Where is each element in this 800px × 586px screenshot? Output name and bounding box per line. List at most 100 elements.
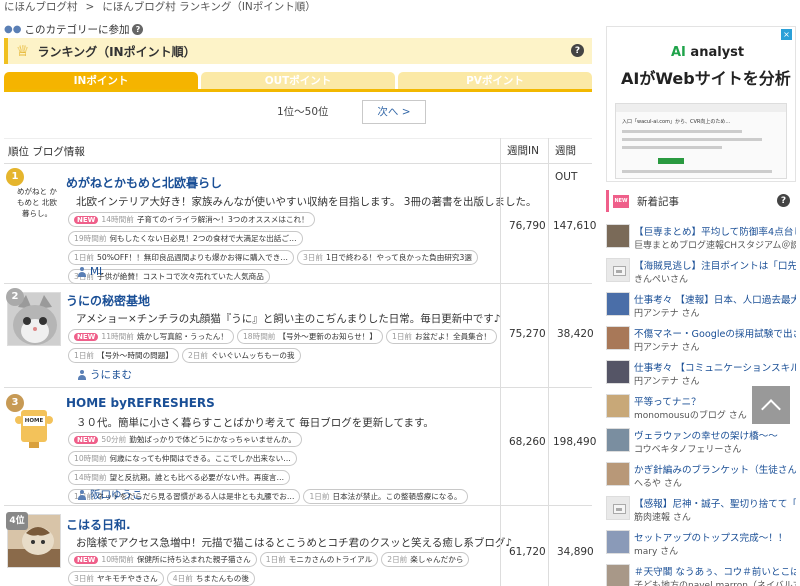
article-title: 保健所に持ち込まれた親子猫さん (136, 555, 251, 564)
article-title-link[interactable]: ＃天守閣 なうあぅ、コウ＃前いとこは吾… (634, 564, 796, 578)
article-link[interactable]: 1日前 モニカさんのトライアル (259, 552, 379, 567)
article-source[interactable]: 巨専まとめブログ速報CHスタジアム＠読売ジャイアンツ（巨人）さん (634, 238, 796, 251)
list-item[interactable]: 【巨専まとめ】平均して防御率4点台じゃな…巨専まとめブログ速報CHスタジアム＠読… (606, 220, 796, 254)
next-page-button[interactable]: 次へ > (362, 100, 426, 124)
list-item[interactable]: かぎ針編みのブランケット（生徒さんの作…へるや さん (606, 458, 796, 492)
weekly-out-value: 147,610 (553, 220, 597, 232)
article-link[interactable]: 2日前 楽しゃんだから (381, 552, 470, 567)
list-item[interactable]: 仕事考々 【速報】日本、人口過去最大43…円アンテナ さん (606, 288, 796, 322)
article-thumbnail[interactable] (606, 224, 630, 248)
no-image-icon[interactable] (606, 258, 630, 282)
article-thumbnail[interactable] (606, 394, 630, 418)
ranking-tabs: INポイント OUTポイント PVポイント (4, 72, 592, 92)
help-icon[interactable]: ? (132, 24, 144, 35)
article-thumbnail[interactable] (606, 462, 630, 486)
article-link[interactable]: 1日前 日本法が禁止。この整頓感療になる。 (303, 489, 468, 504)
article-title-link[interactable]: 仕事考々 【速報】日本、人口過去最大43… (634, 292, 796, 306)
article-thumbnail[interactable] (606, 326, 630, 350)
article-source[interactable]: mary さん (634, 544, 796, 557)
article-link[interactable]: 3日前 ヤキモチやきさん (68, 571, 164, 586)
article-title-link[interactable]: 【巨専まとめ】平均して防御率4点台じゃな… (634, 224, 796, 238)
scroll-to-top-button[interactable] (752, 386, 790, 424)
header-weekly-out: 週間OUT (548, 138, 592, 183)
tab-pv-points[interactable]: PVポイント (398, 72, 592, 89)
article-time: 4日前 (172, 574, 193, 583)
list-item[interactable]: 仕事考々 【コミュニケーションスキル】…円アンテナ さん (606, 356, 796, 390)
blog-title-link[interactable]: こはる日和. (66, 516, 131, 533)
no-image-icon[interactable] (606, 496, 630, 520)
article-link[interactable]: 1日前 50%OFF！！無印良品週間よりも爆かお得に購入でき… (68, 250, 294, 265)
article-link[interactable]: 1日前 【号外〜時間の問題】 (68, 348, 179, 363)
article-title-link[interactable]: ヴェラウァンの幸せの架け橋〜〜 (634, 428, 796, 442)
article-link[interactable]: 14時間前 望と反抗期。誰とも比べる必要がない件。再度言… (68, 470, 291, 485)
list-item[interactable]: 【海賊見逃し】注目ポイントは「口先介入…きんぺいさん (606, 254, 796, 288)
article-time: 18時間前 (242, 332, 276, 341)
blog-description: 北欧インテリア大好き！家族みんなが使いやすい収納を目指します。 3冊の著書を出版… (76, 196, 537, 208)
article-source[interactable]: 円アンテナ さん (634, 340, 796, 353)
list-item[interactable]: ヴェラウァンの幸せの架け橋〜〜 コウベキタノフェリーさん (606, 424, 796, 458)
new-articles-title: 新着記事 (637, 195, 679, 208)
article-link[interactable]: 3日前 1日で終わる！やって良かった負由研究3選 (296, 250, 478, 265)
article-source[interactable]: 筋肉速報 さん (634, 510, 796, 523)
list-item[interactable]: 【感報】尼神・誠子、聖切り捨てて「可愛…筋肉速報 さん (606, 492, 796, 526)
article-link[interactable]: NEW 11時間前 焼かし写真館・うったん！ (68, 329, 234, 344)
table-row: 4位 こはる日和. お陰様でアクセス急増中！元描で猫こはるとこうめとコチ君のクス… (4, 506, 594, 586)
article-link[interactable]: 2日前 ぐいぐいムッちもーの我 (181, 348, 301, 363)
article-source[interactable]: きんぺいさん (634, 272, 796, 285)
article-link[interactable]: 10時間前 何歳になっても仲間はできる。ここでしか出来ない… (68, 451, 297, 466)
weekly-out-cell: 34,890 (548, 506, 594, 586)
article-title-link[interactable]: 【海賊見逃し】注目ポイントは「口先介入… (634, 258, 796, 272)
article-link[interactable]: 19時間前 何もしたくない日必見！2つの食材で大満足な出話ご… (68, 231, 303, 246)
article-thumbnail[interactable] (606, 292, 630, 316)
article-title: 1日で終わる！やって良かった負由研究3選 (325, 253, 472, 262)
article-thumbnail[interactable] (606, 360, 630, 384)
article-time: 1日前 (74, 253, 95, 262)
article-title-link[interactable]: 【感報】尼神・誠子、聖切り捨てて「可愛… (634, 496, 796, 510)
article-link[interactable]: NEW 14時間前 子育てのイライラ解消〜！3つのオススメはこれ！ (68, 212, 315, 227)
article-time: 1日前 (391, 332, 413, 341)
article-title-link[interactable]: かぎ針編みのブランケット（生徒さんの作… (634, 462, 796, 476)
help-icon[interactable]: ? (571, 44, 584, 57)
thumbnail-logo-text: HOME (24, 418, 44, 424)
article-link[interactable]: 1日前 お盆だよ！全員集合！ (385, 329, 497, 344)
author-link[interactable]: 阪口ゆうこ (78, 487, 143, 502)
article-source[interactable]: コウベキタノフェリーさん (634, 442, 796, 455)
author-name[interactable]: うにまむ (90, 367, 132, 382)
blog-title-link[interactable]: めがねとかもめと北欧暮らし (66, 174, 222, 191)
article-thumbnail[interactable] (606, 428, 630, 452)
list-item[interactable]: セットアップのトップス完成〜！！ mary さん (606, 526, 796, 560)
article-title-link[interactable]: 仕事考々 【コミュニケーションスキル】… (634, 360, 796, 374)
article-title: 【号外〜時間の問題】 (97, 351, 173, 360)
article-time: 1日前 (74, 351, 95, 360)
article-title-link[interactable]: セットアップのトップス完成〜！！ (634, 530, 796, 544)
article-title-link[interactable]: 不傷マネー・Googleの採用試験で出さ… (634, 326, 796, 340)
table-row: 2 うにの秘密基地 アメショー×チンチラの丸顔猫『うに』と飼い主のこぢんまりした… (4, 284, 594, 388)
join-category-link[interactable]: ●● このカテゴリーに参加 ? (4, 22, 144, 37)
article-thumbnail[interactable] (606, 564, 630, 586)
tab-in-points[interactable]: INポイント (4, 72, 198, 89)
advertisement-banner[interactable]: × AI analyst AIがWebサイトを分析 入口「wacul-ai.co… (606, 26, 796, 182)
ad-close-icon[interactable]: × (781, 29, 792, 40)
tab-out-points[interactable]: OUTポイント (201, 72, 395, 89)
help-icon[interactable]: ? (777, 194, 790, 207)
new-badge: NEW (74, 555, 99, 564)
author-link[interactable]: うにまむ (78, 367, 132, 382)
list-item[interactable]: 不傷マネー・Googleの採用試験で出さ… 円アンテナ さん (606, 322, 796, 356)
article-thumbnail[interactable] (606, 530, 630, 554)
breadcrumb-home[interactable]: にほんブログ村 (4, 1, 78, 13)
article-source[interactable]: 円アンテナ さん (634, 306, 796, 319)
join-category-label[interactable]: このカテゴリーに参加 (24, 22, 129, 37)
article-link[interactable]: NEW 50分前 勤勉ばっかりで体どうにかなっちゃいませんか。 (68, 432, 302, 447)
article-source[interactable]: 子ども地方のnavel marron（ネイバルマ… (634, 578, 796, 586)
author-link[interactable]: MI (78, 266, 102, 278)
article-link[interactable]: 18時間前 【号外〜更新のお知らせ！】 (236, 329, 383, 344)
article-link[interactable]: 4日前 ちまたんもの後 (166, 571, 255, 586)
header-rank: 順位 ブログ情報 (8, 145, 85, 158)
article-source[interactable]: へるや さん (634, 476, 796, 489)
blog-title-link[interactable]: うにの秘密基地 (66, 292, 150, 309)
author-name[interactable]: MI (90, 266, 102, 278)
list-item[interactable]: ＃天守閣 なうあぅ、コウ＃前いとこは吾…子ども地方のnavel marron（ネ… (606, 560, 796, 586)
author-name[interactable]: 阪口ゆうこ (90, 487, 143, 502)
blog-title-link[interactable]: HOME byREFRESHERS (66, 396, 215, 410)
article-link[interactable]: NEW 10時間前 保健所に持ち込まれた親子猫さん (68, 552, 257, 567)
